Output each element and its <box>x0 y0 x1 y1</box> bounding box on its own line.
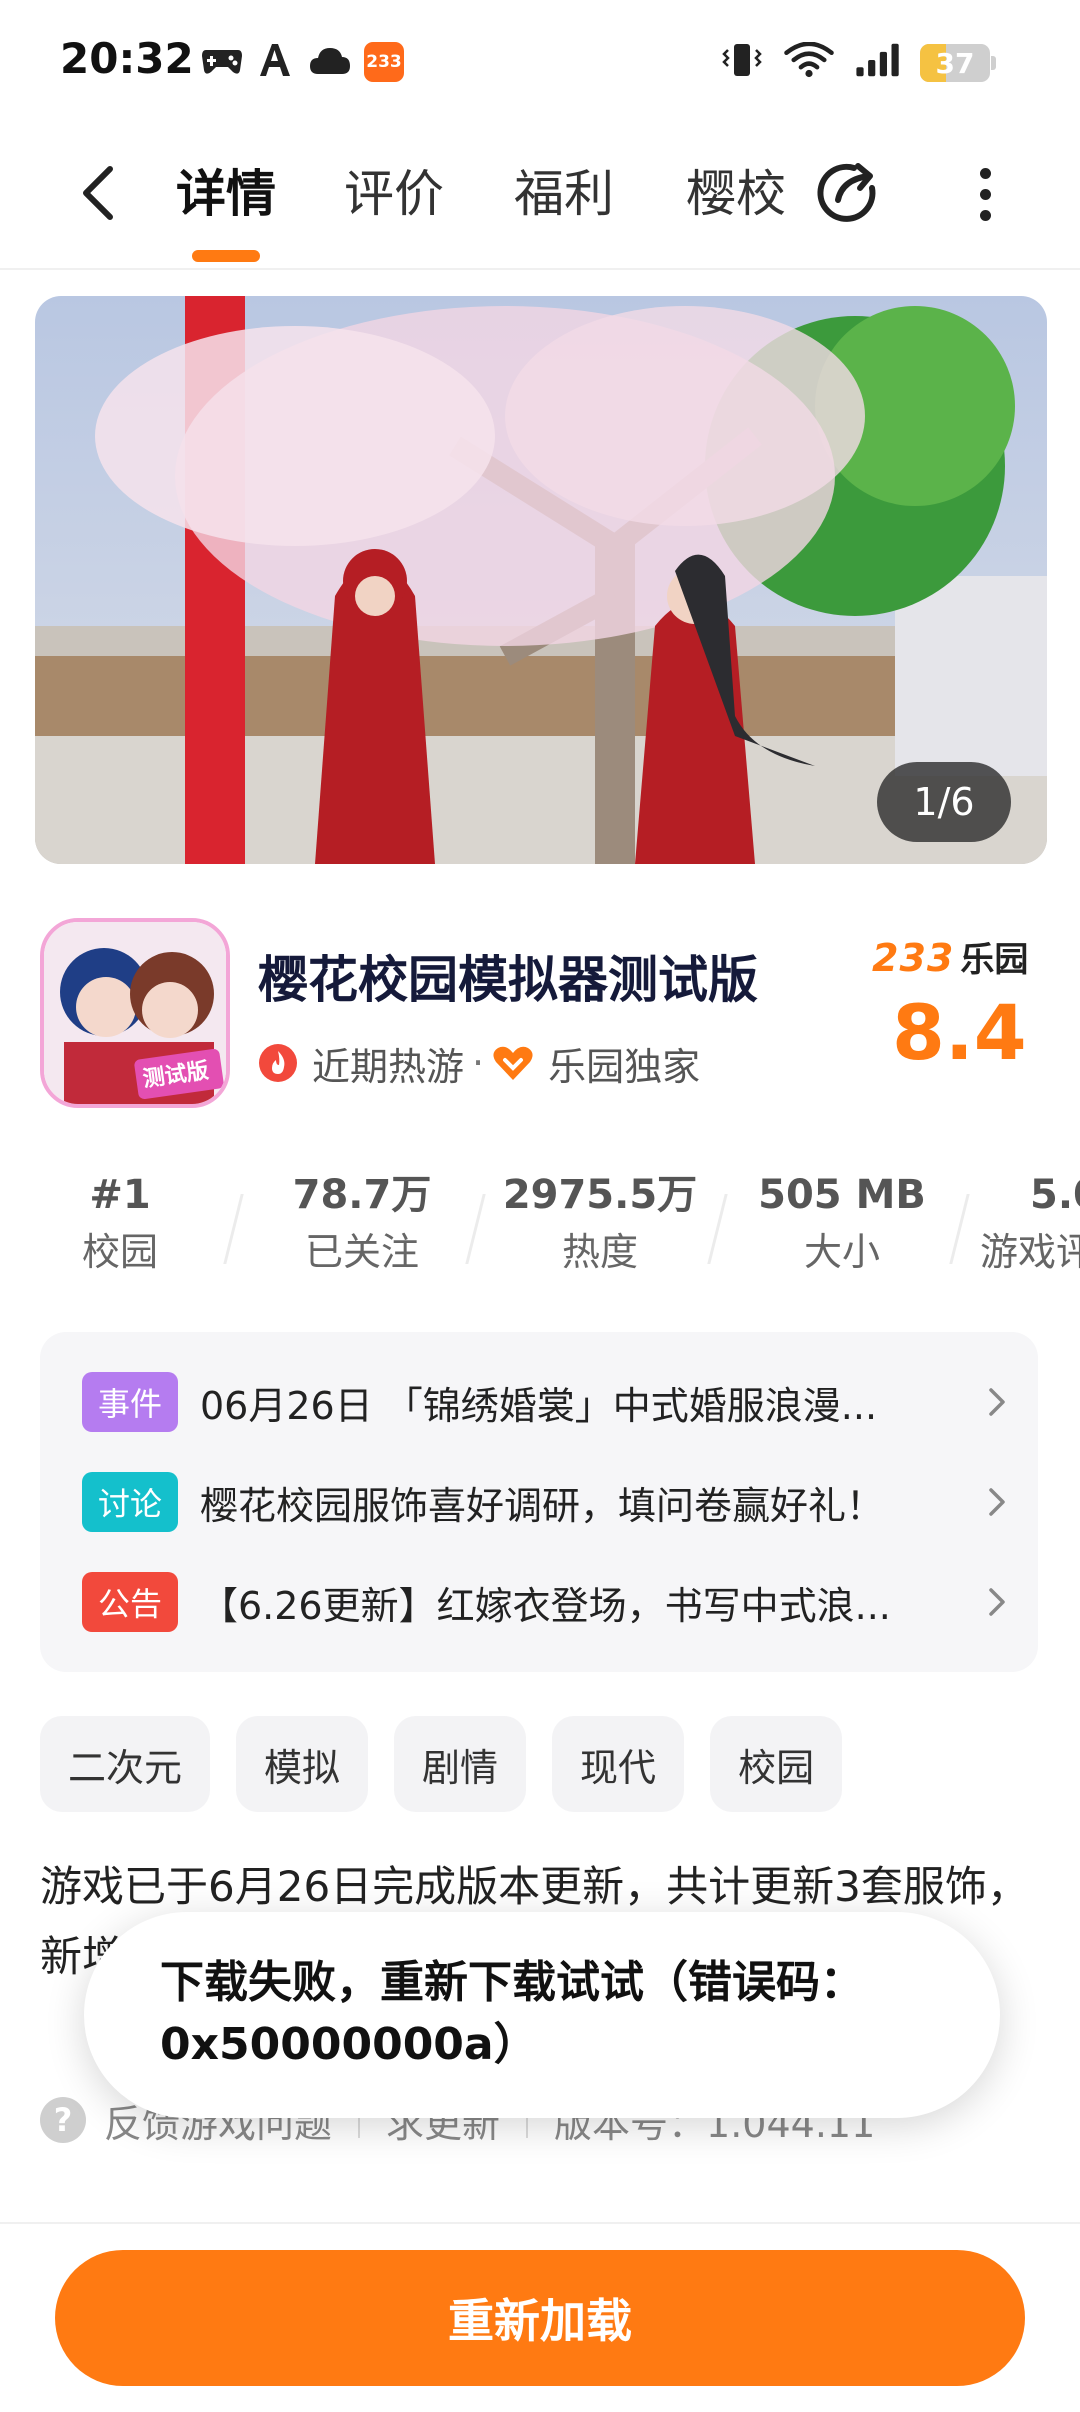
meta-separator: · <box>472 1041 485 1085</box>
tag-chip[interactable]: 二次元 <box>40 1716 211 1812</box>
vibrate-icon <box>722 44 762 76</box>
tag-chip[interactable]: 剧情 <box>394 1716 527 1812</box>
chevron-right-icon <box>989 1488 1005 1516</box>
app-meta: 近期热游 · 乐园独家 <box>258 1035 700 1091</box>
genre-tags: 二次元 模拟 剧情 现代 校园 <box>40 1716 843 1812</box>
discussion-tag: 讨论 <box>82 1472 178 1532</box>
error-toast: 下载失败，重新下载试试（错误码：0x50000000a） <box>84 1912 1000 2118</box>
active-tab-indicator <box>192 250 260 262</box>
wifi-icon <box>784 42 834 78</box>
screenshot-carousel[interactable]: 1/6 <box>35 296 1047 864</box>
tab-reviews[interactable]: 评价 <box>344 158 444 230</box>
app-233-badge: 233 <box>364 42 404 82</box>
app-rating: 8.4 <box>892 988 1027 1077</box>
tag-chip[interactable]: 模拟 <box>236 1716 369 1812</box>
exclusive-label: 乐园独家 <box>548 1044 701 1089</box>
notice-text: 【6.26更新】红嫁衣登场，书写中式浪... <box>200 1583 891 1628</box>
chevron-right-icon <box>989 1588 1005 1616</box>
reload-button[interactable]: 重新加载 <box>55 2250 1025 2386</box>
brand-logo: 233 乐园 <box>872 936 1029 980</box>
notice-text: 06月26日 「锦绣婚裳」中式婚服浪漫... <box>200 1383 878 1428</box>
app-icon: 测试版 <box>40 918 230 1108</box>
stat-rank[interactable]: #1 校园 <box>20 1166 220 1280</box>
stats-row: #1 校园 78.7万 已关注 2975.5万 热度 505 MB 大小 5.0… <box>0 1166 1080 1286</box>
bottom-divider <box>0 2222 1080 2224</box>
more-options-button[interactable] <box>960 154 1010 234</box>
top-nav-bar: 详情 评价 福利 樱校 <box>0 120 1080 270</box>
notice-text: 樱花校园服饰喜好调研，填问卷赢好礼！ <box>200 1483 885 1528</box>
help-icon: ? <box>40 2097 86 2143</box>
cloud-icon <box>310 48 350 74</box>
tag-chip[interactable]: 校园 <box>710 1716 843 1812</box>
stat-size: 505 MB 大小 <box>758 1172 926 1274</box>
notice-row-announcement[interactable]: 公告 【6.26更新】红嫁衣登场，书写中式浪... <box>82 1566 1012 1638</box>
status-bar: 20:32 233 37 <box>0 0 1080 120</box>
event-tag: 事件 <box>82 1372 178 1432</box>
stat-game-rating[interactable]: 5.0 游戏评 <box>980 1166 1080 1280</box>
signal-icon <box>856 43 899 77</box>
share-icon <box>817 163 876 222</box>
tab-welfare[interactable]: 福利 <box>514 158 614 230</box>
carousel-counter: 1/6 <box>877 762 1011 842</box>
heart-icon <box>493 1046 533 1080</box>
app-title: 樱花校园模拟器测试版 <box>258 951 758 1009</box>
battery-level-text: 37 <box>935 46 975 80</box>
notice-card: 事件 06月26日 「锦绣婚裳」中式婚服浪漫... 讨论 樱花校园服饰喜好调研，… <box>40 1332 1038 1672</box>
chevron-right-icon <box>989 1388 1005 1416</box>
tab-details[interactable]: 详情 <box>176 158 276 230</box>
notice-row-discussion[interactable]: 讨论 樱花校园服饰喜好调研，填问卷赢好礼！ <box>82 1466 1012 1538</box>
font-a-icon <box>260 44 290 76</box>
notice-row-event[interactable]: 事件 06月26日 「锦绣婚裳」中式婚服浪漫... <box>82 1366 1012 1438</box>
game-controller-icon <box>202 50 242 74</box>
fire-icon <box>259 1044 297 1082</box>
tab-sakura-school[interactable]: 樱校 <box>686 158 786 230</box>
hot-label: 近期热游 <box>312 1044 465 1089</box>
status-time: 20:32 <box>60 34 194 83</box>
stat-followers: 78.7万 已关注 <box>292 1172 432 1274</box>
back-arrow-icon <box>83 166 113 220</box>
more-vertical-icon <box>979 167 991 179</box>
tag-chip[interactable]: 现代 <box>552 1716 685 1812</box>
stat-popularity: 2975.5万 热度 <box>502 1172 698 1274</box>
share-button[interactable] <box>810 154 890 234</box>
back-button[interactable] <box>70 158 126 228</box>
announcement-tag: 公告 <box>82 1572 178 1632</box>
battery-indicator: 37 <box>920 44 996 82</box>
